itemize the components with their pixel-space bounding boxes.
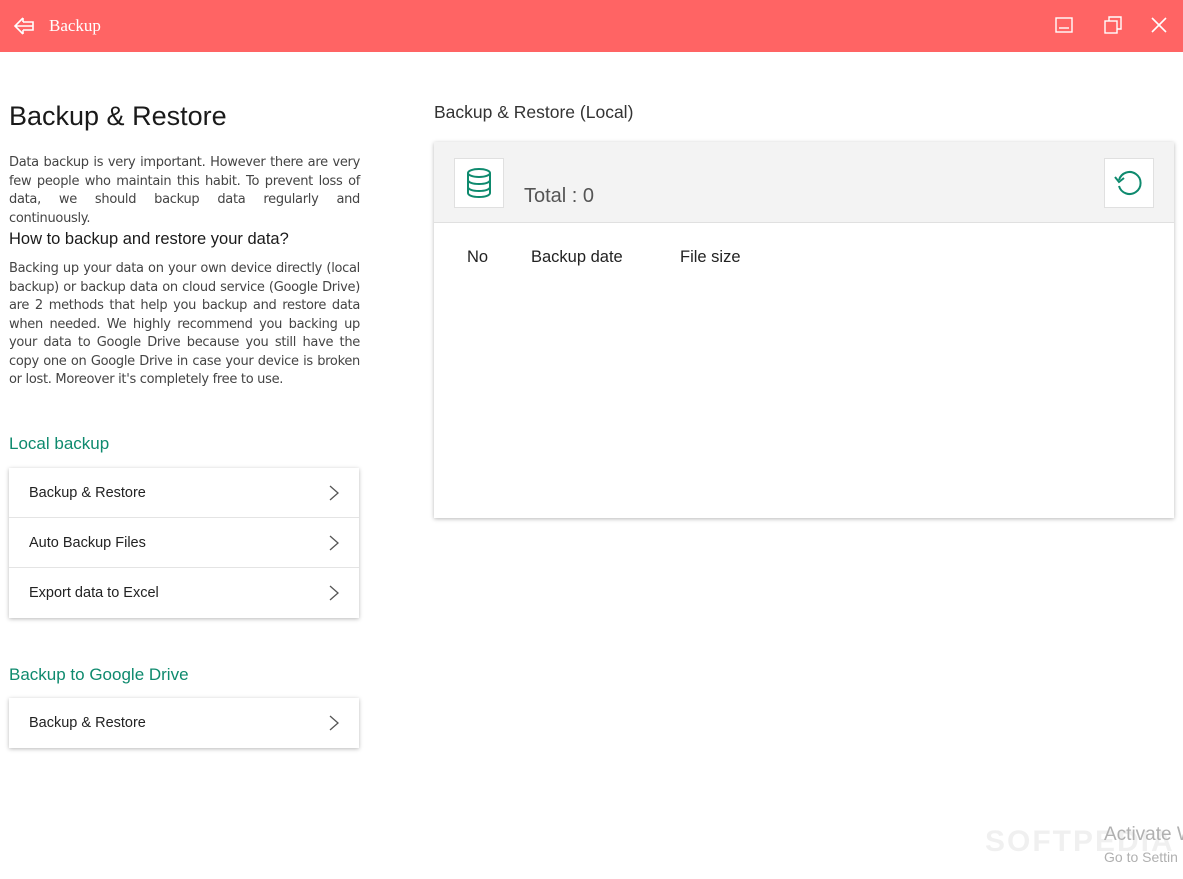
chevron-right-icon xyxy=(329,715,339,731)
title-bar: Backup xyxy=(0,0,1183,52)
menu-item-label: Backup & Restore xyxy=(29,484,146,501)
backup-list-panel: Total : 0 No Backup date File size xyxy=(434,142,1174,518)
chevron-right-icon xyxy=(329,585,339,601)
intro-text: Data backup is very important. However t… xyxy=(9,155,360,226)
panel-header: Total : 0 xyxy=(434,142,1174,223)
column-header-file-size: File size xyxy=(680,248,741,266)
arrow-left-icon[interactable] xyxy=(12,14,36,38)
google-drive-menu: Backup & Restore xyxy=(9,698,359,748)
export-excel-item[interactable]: Export data to Excel xyxy=(9,568,359,618)
refresh-icon[interactable] xyxy=(1104,158,1154,208)
activate-windows-title: Activate W xyxy=(1104,824,1183,845)
database-icon xyxy=(454,158,504,208)
total-count: Total : 0 xyxy=(524,185,595,207)
restore-window-icon[interactable] xyxy=(1102,14,1124,36)
menu-item-label: Backup & Restore xyxy=(29,715,146,731)
panel-title: Backup & Restore (Local) xyxy=(434,102,634,122)
local-backup-menu: Backup & Restore Auto Backup Files Expor… xyxy=(9,468,359,618)
column-header-backup-date: Backup date xyxy=(531,248,623,266)
gdrive-backup-restore-item[interactable]: Backup & Restore xyxy=(9,698,359,748)
menu-item-label: Auto Backup Files xyxy=(29,534,146,551)
google-drive-heading: Backup to Google Drive xyxy=(9,665,189,684)
chevron-right-icon xyxy=(329,485,339,501)
howto-text: Backing up your data on your own device … xyxy=(9,261,360,387)
window-title: Backup xyxy=(49,16,101,35)
auto-backup-files-item[interactable]: Auto Backup Files xyxy=(9,518,359,568)
howto-heading: How to backup and restore your data? xyxy=(9,230,289,248)
local-backup-heading: Local backup xyxy=(9,434,110,453)
close-icon[interactable] xyxy=(1148,14,1170,36)
page-title: Backup & Restore xyxy=(9,101,227,131)
menu-item-label: Export data to Excel xyxy=(29,585,159,601)
chevron-right-icon xyxy=(329,535,339,551)
minimize-icon[interactable] xyxy=(1053,14,1075,36)
column-header-no: No xyxy=(467,248,489,266)
activate-windows-subtitle: Go to Settin xyxy=(1104,849,1178,865)
local-backup-restore-item[interactable]: Backup & Restore xyxy=(9,468,359,518)
